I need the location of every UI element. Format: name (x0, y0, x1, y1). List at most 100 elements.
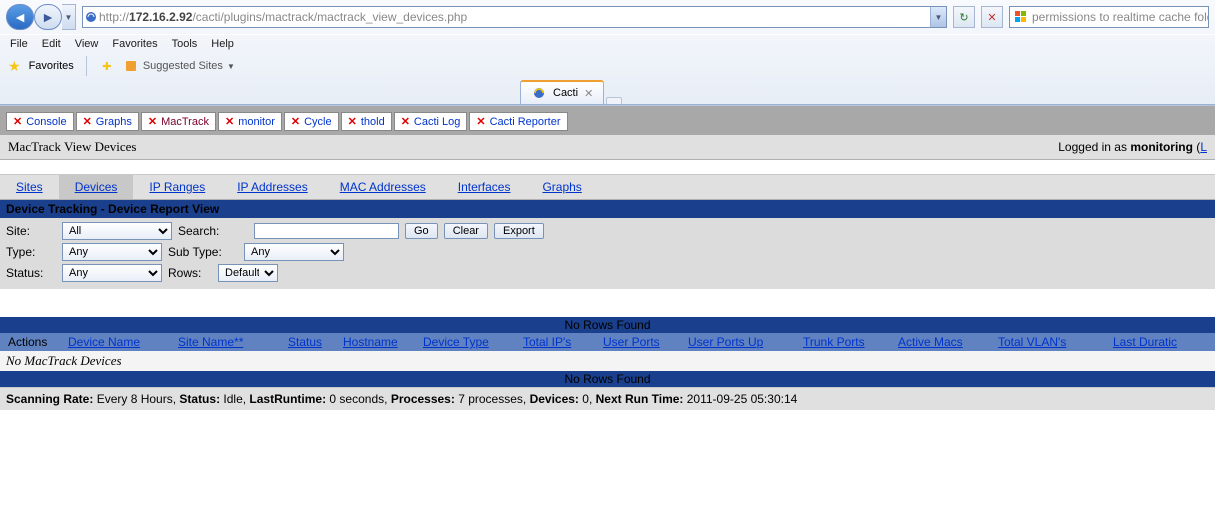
subnav-graphs[interactable]: Graphs (526, 175, 597, 199)
menu-edit[interactable]: Edit (42, 38, 61, 50)
col-userportsup[interactable]: User Ports Up (684, 335, 799, 349)
add-favorite-icon[interactable]: ✚ (99, 58, 115, 74)
type-select[interactable]: Any (62, 243, 162, 261)
col-devicename[interactable]: Device Name (64, 335, 174, 349)
subnav-interfaces[interactable]: Interfaces (442, 175, 527, 199)
cacti-tab-monitor[interactable]: ✕monitor (218, 112, 282, 131)
cacti-tab-graphs[interactable]: ✕Graphs (76, 112, 139, 131)
address-bar[interactable]: http://172.16.2.92/cacti/plugins/mactrac… (82, 6, 947, 28)
section-title: Device Tracking - Device Report View (0, 200, 1215, 218)
cacti-tab-cycle[interactable]: ✕Cycle (284, 112, 339, 131)
x-icon: ✕ (225, 115, 234, 128)
cacti-tab-console[interactable]: ✕Console (6, 112, 74, 131)
col-hostname[interactable]: Hostname (339, 335, 419, 349)
col-activemacs[interactable]: Active Macs (894, 335, 994, 349)
x-icon: ✕ (83, 115, 92, 128)
menu-help[interactable]: Help (211, 38, 234, 50)
site-select[interactable]: All (62, 222, 172, 240)
search-provider-icon (1014, 9, 1028, 25)
status-line: Scanning Rate: Every 8 Hours, Status: Id… (0, 387, 1215, 410)
arrow-left-icon: ◄ (13, 9, 27, 25)
address-dropdown[interactable]: ▼ (930, 7, 946, 27)
tab-strip: Cacti ✕ (0, 79, 1215, 105)
rows-select[interactable]: Default (218, 264, 278, 282)
subnav-devices[interactable]: Devices (59, 175, 134, 199)
cacti-tab-log[interactable]: ✕Cacti Log (394, 112, 468, 131)
login-status: Logged in as monitoring (L (1058, 140, 1207, 154)
menu-favorites[interactable]: Favorites (112, 38, 157, 50)
suggested-sites[interactable]: Suggested Sites ▼ (123, 58, 235, 74)
search-input[interactable] (254, 223, 399, 239)
x-icon: ✕ (148, 115, 157, 128)
x-icon: ✕ (401, 115, 410, 128)
page-icon (83, 9, 99, 25)
col-sitename[interactable]: Site Name** (174, 335, 284, 349)
tab-title: Cacti (553, 87, 578, 99)
suggested-label: Suggested Sites (143, 60, 223, 72)
col-totalips[interactable]: Total IP's (519, 335, 599, 349)
arrow-right-icon: ► (41, 9, 55, 25)
export-button[interactable]: Export (494, 223, 544, 239)
cacti-tab-bar: ✕Console ✕Graphs ✕MacTrack ✕monitor ✕Cyc… (0, 106, 1215, 135)
menu-tools[interactable]: Tools (172, 38, 198, 50)
rows-label: Rows: (168, 266, 212, 280)
subnav-ipranges[interactable]: IP Ranges (133, 175, 221, 199)
forward-button[interactable]: ► (34, 4, 62, 30)
new-tab-button[interactable] (606, 97, 622, 104)
gap (0, 289, 1215, 317)
chevron-down-icon: ▼ (227, 62, 235, 71)
subnav-ipaddresses[interactable]: IP Addresses (221, 175, 324, 199)
subtype-label: Sub Type: (168, 245, 238, 259)
subnav-macaddresses[interactable]: MAC Addresses (324, 175, 442, 199)
col-lastduration[interactable]: Last Duratic (1109, 335, 1199, 349)
clear-button[interactable]: Clear (444, 223, 488, 239)
nav-history-dropdown[interactable]: ▼ (62, 4, 76, 30)
cacti-tab-mactrack[interactable]: ✕MacTrack (141, 112, 216, 131)
cacti-tab-thold[interactable]: ✕thold (341, 112, 392, 131)
url-text: http://172.16.2.92/cacti/plugins/mactrac… (99, 10, 930, 24)
favorites-label[interactable]: Favorites (29, 60, 74, 72)
empty-message: No MacTrack Devices (0, 351, 1215, 371)
cacti-tab-reporter[interactable]: ✕Cacti Reporter (469, 112, 567, 131)
page-header: MacTrack View Devices Logged in as monit… (0, 135, 1215, 160)
logout-link[interactable]: L (1200, 140, 1207, 154)
go-button[interactable]: Go (405, 223, 438, 239)
separator (86, 56, 87, 76)
search-text: permissions to realtime cache folder on … (1032, 10, 1209, 24)
browser-search[interactable]: permissions to realtime cache folder on … (1009, 6, 1209, 28)
stop-icon: ✕ (987, 11, 996, 24)
page-title: MacTrack View Devices (8, 139, 136, 155)
refresh-icon: ↻ (959, 11, 968, 24)
table-bottom-bar: No Rows Found (0, 371, 1215, 387)
subtype-select[interactable]: Any (244, 243, 344, 261)
filter-panel: Site: All Search: Go Clear Export Type: … (0, 218, 1215, 289)
back-button[interactable]: ◄ (6, 4, 34, 30)
spacer (0, 160, 1215, 174)
table-headers: Actions Device Name Site Name** Status H… (0, 333, 1215, 351)
star-icon[interactable]: ★ (8, 58, 21, 75)
menu-file[interactable]: File (10, 38, 28, 50)
col-actions: Actions (4, 335, 64, 349)
stop-button[interactable]: ✕ (981, 6, 1003, 28)
browser-chrome: ◄ ► ▼ http://172.16.2.92/cacti/plugins/m… (0, 0, 1215, 106)
menu-view[interactable]: View (75, 38, 99, 50)
col-status[interactable]: Status (284, 335, 339, 349)
table-top-bar: No Rows Found (0, 317, 1215, 333)
status-label: Status: (6, 266, 56, 280)
sub-nav: Sites Devices IP Ranges IP Addresses MAC… (0, 174, 1215, 200)
refresh-button[interactable]: ↻ (953, 6, 975, 28)
x-icon: ✕ (13, 115, 22, 128)
close-icon[interactable]: ✕ (584, 87, 593, 100)
status-select[interactable]: Any (62, 264, 162, 282)
x-icon: ✕ (291, 115, 300, 128)
type-label: Type: (6, 245, 56, 259)
suggested-icon (123, 58, 139, 74)
menu-bar: File Edit View Favorites Tools Help (0, 34, 1215, 53)
browser-tab-cacti[interactable]: Cacti ✕ (520, 80, 604, 104)
col-devicetype[interactable]: Device Type (419, 335, 519, 349)
col-totalvlans[interactable]: Total VLAN's (994, 335, 1109, 349)
col-trunkports[interactable]: Trunk Ports (799, 335, 894, 349)
col-userports[interactable]: User Ports (599, 335, 684, 349)
ie-icon (531, 85, 547, 101)
subnav-sites[interactable]: Sites (0, 175, 59, 199)
